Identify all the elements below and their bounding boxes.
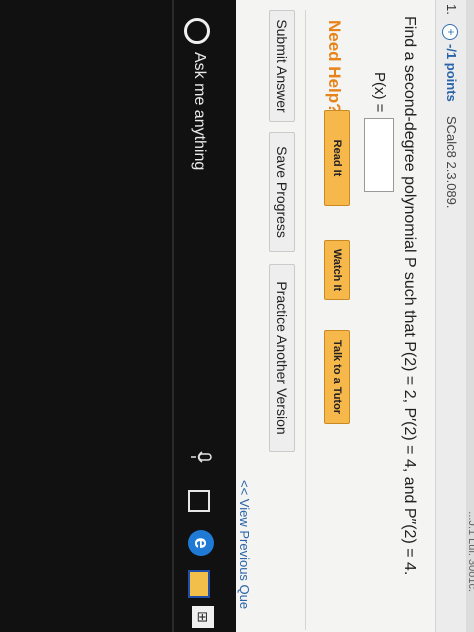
file-explorer-icon[interactable] bbox=[188, 570, 210, 598]
watch-it-button[interactable]: Watch It bbox=[324, 240, 350, 300]
view-previous-question-link[interactable]: << View Previous Que bbox=[237, 480, 252, 609]
rotated-screen: ...J.1 Lui. 30o1c. 1. + -/1 points SCalc… bbox=[0, 0, 474, 632]
browser-content: ...J.1 Lui. 30o1c. 1. + -/1 points SCalc… bbox=[236, 0, 474, 632]
points-label: -/1 points bbox=[444, 44, 459, 102]
cortana-search-text[interactable]: Ask me anything bbox=[190, 52, 208, 170]
problem-statement: Find a second-degree polynomial P such t… bbox=[401, 16, 418, 576]
plus-icon[interactable]: + bbox=[442, 24, 458, 40]
top-strip-text: ...J.1 Lui. 30o1c. bbox=[466, 511, 474, 592]
store-icon[interactable]: ⊞ bbox=[192, 606, 214, 628]
need-help-label: Need Help? bbox=[325, 20, 344, 114]
top-strip: ...J.1 Lui. 30o1c. bbox=[465, 0, 474, 632]
answer-input[interactable] bbox=[364, 118, 394, 192]
question-header: 1. + -/1 points SCalc8 2.3.089. bbox=[435, 0, 466, 632]
microphone-icon[interactable] bbox=[190, 450, 212, 464]
submit-answer-button[interactable]: Submit Answer bbox=[269, 10, 295, 122]
question-number: 1. bbox=[444, 4, 459, 15]
source-label: SCalc8 2.3.089. bbox=[444, 116, 459, 209]
action-row: Submit Answer Save Progress Practice Ano… bbox=[269, 10, 306, 630]
read-it-button[interactable]: Read It bbox=[324, 110, 350, 206]
taskbar-separator bbox=[172, 0, 174, 632]
task-view-icon[interactable] bbox=[188, 490, 210, 512]
answer-label: P(x) = bbox=[371, 72, 388, 113]
talk-to-tutor-button[interactable]: Talk to a Tutor bbox=[324, 330, 350, 424]
taskbar: Ask me anything e ⊞ bbox=[0, 0, 236, 632]
edge-browser-icon[interactable]: e bbox=[188, 530, 214, 556]
practice-another-version-button[interactable]: Practice Another Version bbox=[269, 264, 295, 452]
cortana-icon[interactable] bbox=[184, 18, 210, 44]
save-progress-button[interactable]: Save Progress bbox=[269, 132, 295, 252]
